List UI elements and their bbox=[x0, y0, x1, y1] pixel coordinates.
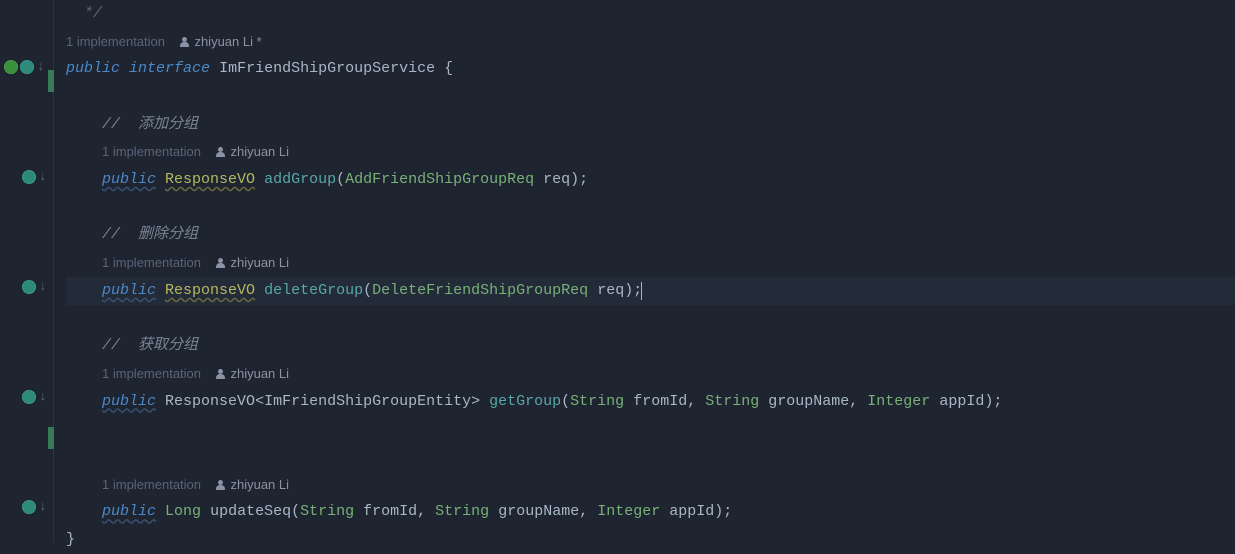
down-arrow-icon: ↓ bbox=[39, 385, 47, 409]
param-name: req bbox=[597, 277, 624, 305]
code-line: public ResponseVO<ImFriendShipGroupEntit… bbox=[66, 388, 1235, 416]
inlay-hint[interactable]: 1 implementation zhiyuan Li bbox=[102, 473, 289, 497]
brace: { bbox=[435, 55, 453, 83]
blank-line bbox=[66, 305, 1235, 333]
gutter-marker-class[interactable]: ↓ bbox=[4, 55, 45, 79]
generic-type: ImFriendShipGroupEntity bbox=[264, 388, 471, 416]
param-name: fromId bbox=[633, 388, 687, 416]
param-name: groupName bbox=[498, 498, 579, 526]
return-type: ResponseVO bbox=[165, 388, 255, 416]
user-icon bbox=[215, 258, 226, 269]
method-name: deleteGroup bbox=[264, 277, 363, 305]
text-cursor bbox=[641, 282, 642, 300]
inlay-hint[interactable]: 1 implementation zhiyuan Li bbox=[102, 251, 289, 275]
inlay-hint-line: 1 implementation zhiyuan Li bbox=[66, 138, 1235, 166]
inlay-hint-line: 1 implementation zhiyuan Li bbox=[66, 360, 1235, 388]
code-line: // 删除分组 bbox=[66, 222, 1235, 250]
param-name: fromId bbox=[363, 498, 417, 526]
param-name: groupName bbox=[768, 388, 849, 416]
gutter-marker-method[interactable]: ↓ bbox=[22, 275, 47, 299]
param-name: req bbox=[543, 166, 570, 194]
code-line: */ bbox=[66, 0, 1235, 28]
user-icon bbox=[215, 147, 226, 158]
implemented-icon bbox=[22, 280, 36, 294]
down-arrow-icon: ↓ bbox=[39, 275, 47, 299]
keyword: public bbox=[102, 166, 156, 194]
class-name: ImFriendShipGroupService bbox=[219, 55, 435, 83]
param-type: String bbox=[300, 498, 354, 526]
return-type: ResponseVO bbox=[165, 277, 255, 305]
user-icon bbox=[215, 480, 226, 491]
comment-text: // 获取分组 bbox=[102, 332, 198, 360]
return-type: ResponseVO bbox=[165, 166, 255, 194]
blank-line bbox=[66, 194, 1235, 222]
code-line-current: public ResponseVO deleteGroup(DeleteFrie… bbox=[66, 277, 1235, 305]
blank-line bbox=[66, 83, 1235, 111]
inlay-hint[interactable]: 1 implementation zhiyuan Li * bbox=[66, 30, 262, 54]
code-line: // 添加分组 bbox=[66, 111, 1235, 139]
param-type: String bbox=[435, 498, 489, 526]
return-type: Long bbox=[165, 498, 201, 526]
implemented-icon bbox=[20, 60, 34, 74]
param-type: AddFriendShipGroupReq bbox=[345, 166, 534, 194]
param-type: Integer bbox=[597, 498, 660, 526]
gutter-marker-method[interactable]: ↓ bbox=[22, 385, 47, 409]
param-type: String bbox=[705, 388, 759, 416]
param-name: appId bbox=[939, 388, 984, 416]
code-line: // 获取分组 bbox=[66, 332, 1235, 360]
inlay-hint-line: 1 implementation zhiyuan Li bbox=[66, 249, 1235, 277]
down-arrow-icon: ↓ bbox=[39, 495, 47, 519]
comment-text: // 添加分组 bbox=[102, 111, 198, 139]
method-name: getGroup bbox=[489, 388, 561, 416]
comment-text: // 删除分组 bbox=[102, 221, 198, 249]
inlay-hint[interactable]: 1 implementation zhiyuan Li bbox=[102, 140, 289, 164]
keyword: public bbox=[102, 388, 156, 416]
keyword: public bbox=[102, 498, 156, 526]
brace: } bbox=[66, 526, 75, 554]
param-type: String bbox=[570, 388, 624, 416]
down-arrow-icon: ↓ bbox=[39, 165, 47, 189]
blank-line bbox=[66, 415, 1235, 443]
method-name: addGroup bbox=[264, 166, 336, 194]
code-editor[interactable]: */ 1 implementation zhiyuan Li * public … bbox=[54, 0, 1235, 554]
param-type: DeleteFriendShipGroupReq bbox=[372, 277, 588, 305]
comment-text: */ bbox=[66, 0, 102, 28]
keyword: public bbox=[66, 55, 120, 83]
implemented-icon bbox=[22, 500, 36, 514]
user-icon bbox=[179, 37, 190, 48]
code-line: public Long updateSeq(String fromId, Str… bbox=[66, 498, 1235, 526]
param-type: Integer bbox=[867, 388, 930, 416]
down-arrow-icon: ↓ bbox=[37, 55, 45, 79]
keyword: public bbox=[102, 277, 156, 305]
inlay-hint[interactable]: 1 implementation zhiyuan Li bbox=[102, 362, 289, 386]
code-line: public interface ImFriendShipGroupServic… bbox=[66, 55, 1235, 83]
inlay-hint-line: 1 implementation zhiyuan Li bbox=[66, 471, 1235, 499]
keyword: interface bbox=[129, 55, 210, 83]
method-name: updateSeq bbox=[210, 498, 291, 526]
user-icon bbox=[215, 369, 226, 380]
code-line: } bbox=[66, 526, 1235, 554]
implemented-icon bbox=[22, 170, 36, 184]
param-name: appId bbox=[669, 498, 714, 526]
gutter-marker-method[interactable]: ↓ bbox=[22, 495, 47, 519]
implemented-icon bbox=[22, 390, 36, 404]
blank-line bbox=[66, 443, 1235, 471]
inlay-hint-line: 1 implementation zhiyuan Li * bbox=[66, 28, 1235, 56]
gutter-marker-method[interactable]: ↓ bbox=[22, 165, 47, 189]
code-line: public ResponseVO addGroup(AddFriendShip… bbox=[66, 166, 1235, 194]
editor-gutter: ↓ ↓ ↓ ↓ ↓ bbox=[0, 0, 54, 542]
override-icon bbox=[4, 60, 18, 74]
